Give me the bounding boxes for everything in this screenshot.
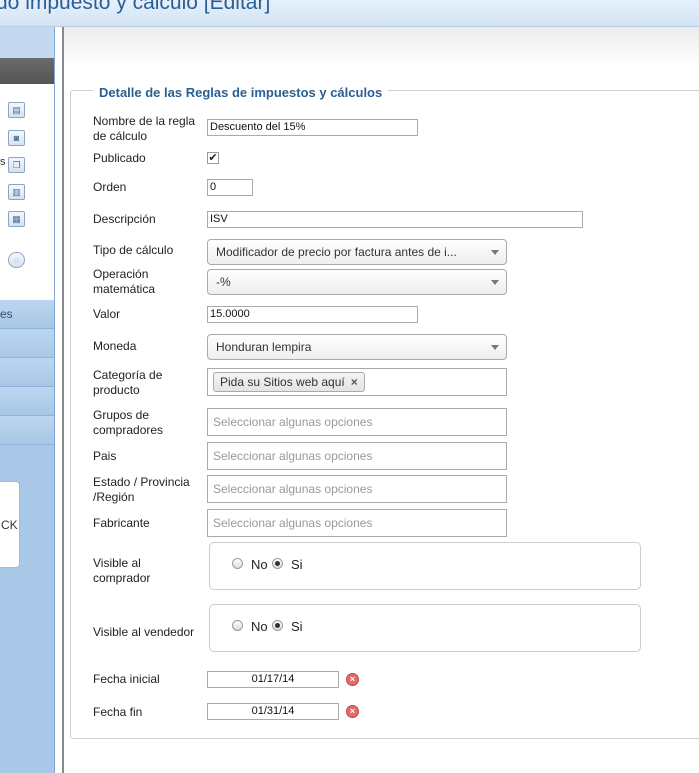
math-op-select[interactable]: -%	[207, 269, 507, 295]
currency-select[interactable]: Honduran lempira	[207, 334, 507, 360]
remove-chip-icon[interactable]: ×	[351, 375, 358, 389]
visible-buyer-yes-radio[interactable]	[272, 558, 283, 569]
visible-buyer-label: Visible al comprador	[93, 556, 151, 585]
visible-seller-label: Visible al vendedor	[93, 625, 195, 639]
fieldset-legend: Detalle de las Reglas de impuestos y cál…	[93, 85, 389, 100]
end-date-label: Fecha fin	[93, 705, 143, 719]
country-label: Pais	[93, 449, 117, 463]
buyer-groups-multiselect[interactable]: Seleccionar algunas opciones	[207, 408, 507, 436]
visible-seller-yes-label: Si	[291, 619, 303, 634]
visible-buyer-no-radio[interactable]	[232, 558, 243, 569]
title-bar: do impuesto y cálculo [Editar]	[0, 0, 699, 27]
visible-seller-no-radio[interactable]	[232, 620, 243, 631]
published-label: Publicado	[93, 151, 146, 165]
category-chip: Pida su Sitios web aquí ×	[213, 372, 365, 392]
sidebar-card[interactable]: CK	[0, 481, 20, 568]
page-title: do impuesto y cálculo [Editar]	[0, 0, 271, 14]
sidebar-row[interactable]	[0, 358, 54, 387]
calc-type-label: Tipo de cálculo	[93, 243, 174, 257]
manufacturer-multiselect[interactable]: Seleccionar algunas opciones	[207, 509, 507, 537]
order-input[interactable]: 0	[207, 179, 253, 196]
manufacturer-label: Fabricante	[93, 516, 150, 530]
visible-seller-no-label: No	[251, 619, 268, 634]
left-sidebar: ▤ ◙ s ❐ ▥ ▦ ◌ es CK	[0, 27, 55, 773]
math-op-label: Operación matemática	[93, 267, 156, 296]
currency-label: Moneda	[93, 339, 137, 353]
start-date-input[interactable]: 01/17/14	[207, 671, 339, 688]
visible-buyer-radio-group: No Si	[209, 542, 641, 590]
description-label: Descripción	[93, 212, 156, 226]
calc-type-select[interactable]: Modificador de precio por factura antes …	[207, 239, 507, 265]
chevron-down-icon	[491, 250, 499, 255]
state-label: Estado / Provincia /Región	[93, 475, 190, 504]
clear-start-date-icon[interactable]: ×	[346, 673, 359, 686]
sidebar-row-label: es	[0, 307, 13, 321]
sidebar-header	[0, 27, 54, 58]
state-multiselect[interactable]: Seleccionar algunas opciones	[207, 475, 507, 503]
country-multiselect[interactable]: Seleccionar algunas opciones	[207, 442, 507, 470]
toolbar-area	[64, 27, 699, 67]
value-input[interactable]: 15.0000	[207, 306, 418, 323]
start-date-label: Fecha inicial	[93, 672, 160, 686]
sidebar-row[interactable]	[0, 329, 54, 358]
category-chip-label: Pida su Sitios web aquí	[220, 375, 345, 389]
order-label: Orden	[93, 180, 127, 194]
documents-icon[interactable]: ❐	[8, 157, 25, 173]
published-checkbox[interactable]: ✔	[207, 152, 219, 164]
sidebar-row[interactable]	[0, 416, 54, 445]
sidebar-section-bar[interactable]	[0, 58, 54, 84]
chevron-down-icon	[491, 280, 499, 285]
product-category-label: Categoría de producto	[93, 368, 163, 397]
sidebar-row[interactable]	[0, 387, 54, 416]
currency-value: Honduran lempira	[216, 340, 312, 354]
math-op-value: -%	[216, 275, 231, 289]
product-category-multiselect[interactable]: Pida su Sitios web aquí ×	[207, 368, 507, 396]
chat-icon[interactable]: ◌	[8, 252, 25, 268]
calc-type-value: Modificador de precio por factura antes …	[216, 245, 457, 259]
buyer-groups-label: Grupos de compradores	[93, 408, 164, 437]
calendar-icon[interactable]: ▦	[8, 211, 25, 227]
rule-name-label: Nombre de la regla de cálculo	[93, 114, 196, 143]
visible-buyer-no-label: No	[251, 557, 268, 572]
chart-icon[interactable]: ▥	[8, 184, 25, 200]
folder-icon[interactable]: ▤	[8, 102, 25, 118]
visible-buyer-yes-label: Si	[291, 557, 303, 572]
camera-icon[interactable]: ◙	[8, 130, 25, 146]
clear-end-date-icon[interactable]: ×	[346, 705, 359, 718]
value-label: Valor	[93, 307, 121, 321]
description-input[interactable]: ISV	[207, 211, 583, 228]
end-date-input[interactable]: 01/31/14	[207, 703, 339, 720]
sidebar-cut-label: s	[0, 156, 6, 168]
sidebar-row[interactable]: es	[0, 300, 54, 329]
visible-seller-radio-group: No Si	[209, 604, 641, 652]
chevron-down-icon	[491, 345, 499, 350]
visible-seller-yes-radio[interactable]	[272, 620, 283, 631]
rule-name-input[interactable]: Descuento del 15%	[207, 119, 418, 136]
sidebar-icon-list: ▤ ◙ s ❐ ▥ ▦ ◌	[0, 84, 54, 328]
sidebar-card-text: CK	[1, 518, 18, 532]
